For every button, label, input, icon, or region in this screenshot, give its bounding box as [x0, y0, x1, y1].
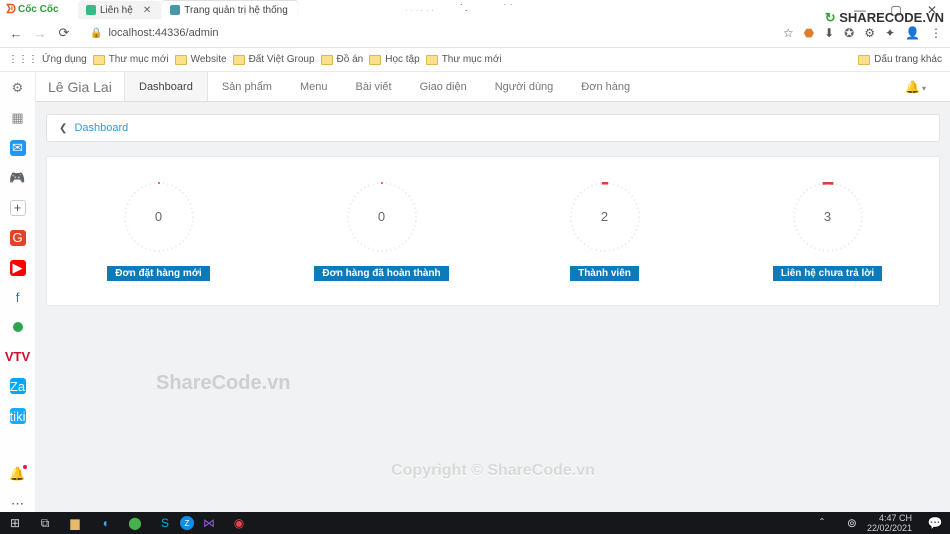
browser-brand: ᗥCốc Cốc	[0, 2, 65, 17]
close-tab-icon[interactable]: ✕	[143, 5, 151, 16]
admin-brand[interactable]: Lê Gia Lai	[36, 79, 124, 95]
extension-icon[interactable]: ⚙	[864, 26, 875, 40]
nav-orders[interactable]: Đơn hàng	[567, 72, 644, 101]
bookmark-folder[interactable]: Đất Việt Group	[233, 54, 315, 65]
nav-dashboard[interactable]: Dashboard	[124, 72, 208, 101]
bell-icon[interactable]: 🔔	[10, 466, 26, 482]
nav-products[interactable]: Sản phẩm	[208, 72, 286, 101]
gauge-label: Đơn hàng đã hoàn thành	[314, 266, 448, 281]
gauge-label: Thành viên	[570, 266, 639, 281]
system-clock[interactable]: 4:47 CH22/02/2021	[867, 513, 920, 533]
bookmarks-bar: ⋮⋮⋮ Ứng dụng Thư mục mới Website Đất Việ…	[0, 48, 950, 72]
bookmark-folder[interactable]: Học tập	[369, 54, 419, 65]
wifi-icon[interactable]: ⊚	[837, 516, 867, 530]
bookmark-folder[interactable]: Đồ án	[321, 54, 364, 65]
nav-menu[interactable]: Menu	[286, 72, 342, 101]
gamepad-icon[interactable]: 🎮	[10, 170, 26, 186]
start-button[interactable]: ⊞	[0, 516, 30, 530]
nav-posts[interactable]: Bài viết	[342, 72, 406, 101]
nav-theme[interactable]: Giao diện	[406, 72, 481, 101]
breadcrumb-link[interactable]: Dashboard	[74, 122, 128, 134]
dot-icon[interactable]	[10, 319, 26, 335]
notifications-button[interactable]: 🔔	[905, 80, 940, 94]
gauge: 0	[347, 182, 417, 252]
bandicam-task-icon[interactable]: ◉	[224, 516, 254, 530]
more-icon[interactable]: ⋯	[10, 496, 26, 512]
apps-button[interactable]: ⋮⋮⋮ Ứng dụng	[8, 54, 87, 65]
admin-navbar: Lê Gia Lai Dashboard Sản phẩm Menu Bài v…	[36, 72, 950, 102]
task-view-icon[interactable]: ⧉	[30, 516, 60, 531]
extension-sidebar: ⚙ ▦ ✉ 🎮 + G ▶ f VTV Za tiki 🔔 ⋯	[0, 72, 36, 512]
notification-center-icon[interactable]: 💬	[920, 516, 950, 530]
gauge-label: Liên hệ chưa trả lời	[773, 266, 882, 281]
tray-chevron-icon[interactable]: ˆ	[807, 516, 837, 530]
puzzle-icon[interactable]: ✦	[885, 26, 895, 40]
bookmark-folder[interactable]: Website	[175, 54, 227, 65]
browser-toolbar: ← → ⟳ 🔒localhost:44336/admin ☆ ⬣ ⬇ ✪ ⚙ ✦…	[0, 19, 950, 48]
coccoc-task-icon[interactable]: ⬤	[120, 516, 150, 530]
avatar-icon[interactable]: 👤	[905, 26, 920, 40]
gauge: 2	[570, 182, 640, 252]
nav-users[interactable]: Người dùng	[481, 72, 568, 101]
messenger-icon[interactable]: ✉	[10, 140, 26, 156]
youtube-icon[interactable]: ▶	[10, 260, 26, 276]
download-icon[interactable]: ⬇	[824, 26, 834, 40]
breadcrumb: ❮ Dashboard	[46, 114, 940, 142]
tab-strip: Liên hệ✕ Trang quản trị hệ thống	[78, 0, 299, 19]
stats-panel: 0 Đơn đặt hàng mới 0 Đơn hàng đã hoàn thành…	[46, 156, 940, 306]
zalo-task-icon[interactable]: Z	[180, 516, 194, 530]
explorer-icon[interactable]: ▆	[60, 516, 90, 530]
shield-icon[interactable]: ⬣	[804, 26, 814, 40]
forward-button[interactable]: →	[32, 26, 48, 41]
reload-button[interactable]: ⟳	[56, 25, 72, 41]
address-bar[interactable]: 🔒localhost:44336/admin	[80, 27, 775, 39]
gauge: 3	[793, 182, 863, 252]
gauge-label: Đơn đặt hàng mới	[107, 266, 209, 281]
menu-icon[interactable]: ⋮	[930, 26, 942, 40]
skype-icon[interactable]: S	[150, 516, 180, 530]
bookmark-folder[interactable]: Thư mục mới	[93, 54, 169, 65]
gauge: 0	[124, 182, 194, 252]
windows-taskbar: ⊞ ⧉ ▆ ◖ ⬤ S Z ⋈ ◉ ˆ ⊚ 4:47 CH22/02/2021 …	[0, 512, 950, 534]
add-icon[interactable]: +	[10, 200, 26, 216]
google-icon[interactable]: G	[10, 230, 26, 246]
sharecode-watermark: ↻ SHARECODE.VN	[825, 10, 944, 26]
back-button[interactable]: ←	[8, 26, 24, 41]
browser-tab[interactable]: Liên hệ✕	[78, 1, 161, 19]
bookmark-folder[interactable]: Thư mục mới	[426, 54, 502, 65]
edge-icon[interactable]: ◖	[90, 516, 120, 530]
gear-icon[interactable]: ⚙	[10, 80, 26, 96]
vs-icon[interactable]: ⋈	[194, 516, 224, 530]
watermark-text: ShareCode.vn	[156, 372, 290, 395]
facebook-icon[interactable]: f	[10, 290, 26, 306]
bandicam-watermark: www.BANDICAM.com	[404, 0, 547, 15]
extension-icon[interactable]: ✪	[844, 26, 854, 40]
other-bookmarks[interactable]: Dấu trang khác	[858, 54, 942, 65]
browser-tab[interactable]: Trang quản trị hệ thống	[162, 1, 298, 19]
watermark-text: Copyright © ShareCode.vn	[391, 462, 595, 480]
star-icon[interactable]: ☆	[783, 26, 794, 40]
tiki-icon[interactable]: tiki	[10, 408, 26, 424]
vtv-icon[interactable]: VTV	[10, 349, 26, 365]
chevron-left-icon: ❮	[59, 123, 67, 134]
lock-icon: 🔒	[90, 28, 102, 39]
zalo-icon[interactable]: Za	[10, 378, 26, 394]
box-icon[interactable]: ▦	[10, 110, 26, 126]
